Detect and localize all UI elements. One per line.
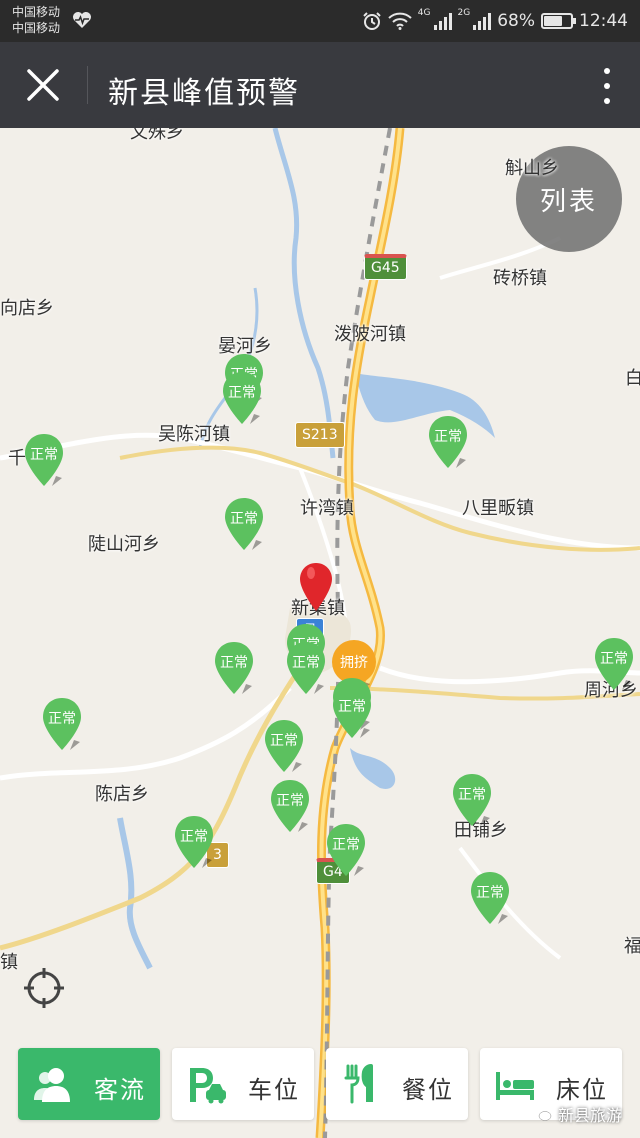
- marker-normal[interactable]: 正常: [284, 640, 332, 698]
- place-label: 向店乡: [0, 298, 54, 319]
- marker-normal[interactable]: 正常: [268, 778, 316, 836]
- place-label: 许湾镇: [300, 498, 354, 519]
- place-label: 福: [624, 936, 640, 957]
- marker-label: 正常: [434, 429, 462, 445]
- road-shield: G45: [364, 254, 407, 280]
- watermark-text: 新县旅游: [557, 1106, 622, 1125]
- marker-normal[interactable]: 正常: [220, 370, 268, 428]
- place-label: 文殊乡: [130, 128, 184, 143]
- place-label: 斛山乡: [505, 158, 559, 179]
- marker-normal[interactable]: 正常: [212, 640, 260, 698]
- place-label: 白: [625, 368, 640, 389]
- marker-label: 正常: [48, 711, 76, 727]
- title-bar: 新县峰值预警: [0, 42, 640, 128]
- marker-normal[interactable]: 正常: [592, 636, 640, 694]
- place-label: 八里畈镇: [462, 498, 534, 519]
- battery-percent: 68%: [497, 11, 535, 31]
- carrier-1: 中国移动: [12, 5, 61, 19]
- marker-normal[interactable]: 正常: [22, 432, 70, 490]
- network-type-1: 4G: [417, 8, 431, 18]
- marker-normal[interactable]: 正常: [40, 696, 88, 754]
- marker-label: 正常: [332, 837, 360, 853]
- place-label: 泼陂河镇: [334, 324, 406, 345]
- tab-label: 客流: [94, 1076, 146, 1104]
- marker-label: 正常: [30, 447, 58, 463]
- place-label: 砖桥镇: [493, 268, 547, 289]
- bed-icon: [496, 1072, 534, 1100]
- marker-label: 正常: [458, 787, 486, 803]
- place-label: 镇: [0, 952, 18, 973]
- tab-passenger-flow[interactable]: 客流: [18, 1048, 160, 1120]
- marker-normal[interactable]: 正常: [468, 870, 516, 928]
- battery-fill: [544, 16, 562, 26]
- watermark: 新县旅游: [532, 1102, 622, 1126]
- locate-icon[interactable]: [22, 966, 66, 1010]
- marker-label: 正常: [270, 733, 298, 749]
- network-type-2: 2G: [457, 8, 471, 18]
- marker-label: 正常: [292, 655, 320, 671]
- tab-label: 车位: [248, 1076, 300, 1104]
- alarm-icon: [363, 12, 381, 30]
- page-title: 新县峰值预警: [108, 76, 300, 111]
- current-location-pin-icon[interactable]: [298, 561, 334, 613]
- tab-label: 床位: [556, 1076, 608, 1104]
- people-icon: [34, 1068, 70, 1102]
- marker-normal[interactable]: 正常: [426, 414, 474, 472]
- place-label: 陡山河乡: [88, 534, 160, 555]
- status-icons: 4G 2G 68% 12:44: [362, 8, 628, 34]
- marker-label: 正常: [180, 829, 208, 845]
- clock: 12:44: [579, 11, 628, 31]
- tab-parking[interactable]: 车位: [172, 1048, 314, 1120]
- heart-rate-icon: [73, 12, 91, 28]
- marker-normal[interactable]: 正常: [324, 822, 372, 880]
- marker-normal[interactable]: 正常: [450, 772, 498, 830]
- map-view[interactable]: 列表 文殊乡 斛山乡 砖桥镇 向店乡 泼陂河镇 晏河乡 白 吴陈河镇 千 许湾镇…: [0, 128, 640, 1138]
- marker-label: 正常: [600, 651, 628, 667]
- marker-normal[interactable]: 正常: [172, 814, 220, 872]
- title-divider: [87, 66, 88, 104]
- marker-normal[interactable]: 正常: [330, 684, 378, 742]
- marker-normal[interactable]: 正常: [262, 718, 310, 776]
- carrier-2: 中国移动: [12, 21, 61, 35]
- tab-label: 餐位: [402, 1076, 454, 1104]
- close-icon[interactable]: [22, 64, 64, 106]
- wechat-icon: [532, 1107, 552, 1121]
- more-vertical-icon[interactable]: [602, 68, 612, 104]
- battery-icon: [541, 13, 576, 29]
- road-shield: S213: [295, 422, 345, 448]
- place-label: 陈店乡: [95, 784, 149, 805]
- marker-label: 正常: [276, 793, 304, 809]
- wifi-icon: [388, 12, 412, 30]
- status-bar: 中国移动 中国移动 4G 2G 68% 12:44: [0, 0, 640, 42]
- marker-label: 拥挤: [340, 655, 368, 671]
- parking-icon: [190, 1068, 226, 1104]
- marker-label: 正常: [476, 885, 504, 901]
- marker-label: 正常: [228, 385, 256, 401]
- marker-label: 正常: [230, 511, 258, 527]
- signal-1-icon: [433, 12, 452, 30]
- dining-icon: [344, 1064, 373, 1104]
- signal-2-icon: [473, 12, 492, 30]
- marker-label: 正常: [338, 699, 366, 715]
- tab-dining[interactable]: 餐位: [326, 1048, 468, 1120]
- marker-normal[interactable]: 正常: [222, 496, 270, 554]
- marker-label: 正常: [220, 655, 248, 671]
